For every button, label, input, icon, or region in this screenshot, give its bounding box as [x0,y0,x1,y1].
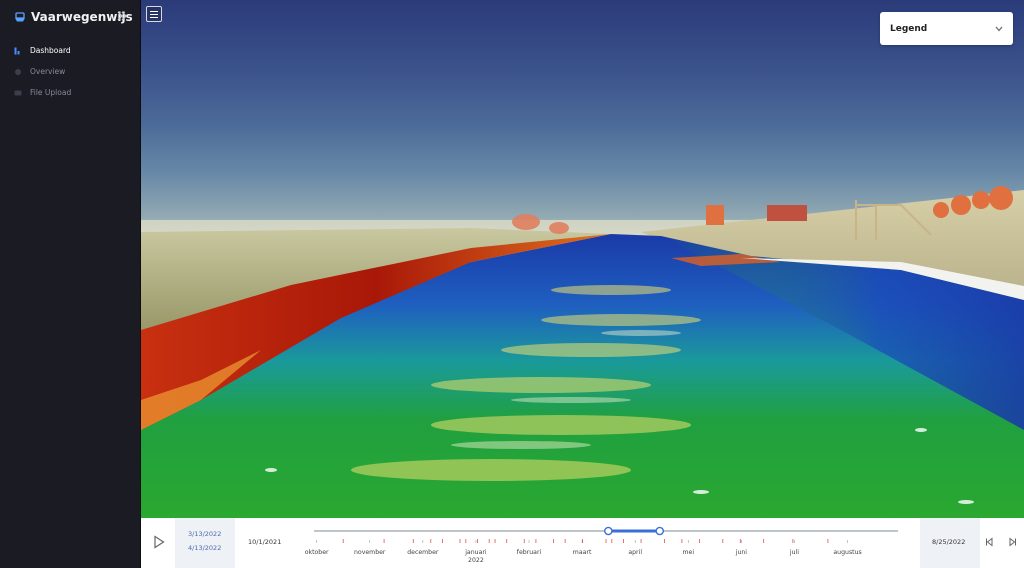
app-root: Vaarwegenwijs Dashboard Overview File Up… [0,0,1024,568]
month-label: november [353,549,386,556]
sidebar-item-dashboard[interactable]: Dashboard [0,40,140,61]
end-date-panel: 8/25/2022 [920,518,980,568]
chevron-down-icon [995,26,1003,31]
globe-icon [15,68,21,75]
month-label: februari [516,549,542,556]
legend-label: Legend [890,23,928,34]
timeline-handle-start[interactable] [604,526,613,536]
sidebar: Vaarwegenwijs Dashboard Overview File Up… [0,0,141,568]
sidebar-item-label: File Upload [30,88,72,97]
menu-icon-line [150,14,158,15]
menu-icon-line [150,17,158,18]
step-forward-icon[interactable] [1007,537,1017,547]
brand: Vaarwegenwijs [14,8,133,26]
legend-dropdown[interactable]: Legend [880,12,1013,45]
timeline-handle-end[interactable] [655,526,665,536]
step-back-icon[interactable] [985,537,995,547]
timeline-track[interactable] [141,518,1024,568]
chart-icon [14,47,20,54]
double-chevron-right-icon[interactable] [116,10,128,22]
point-cloud-view[interactable] [141,0,1024,518]
month-label: maart [572,549,592,556]
sidebar-item-label: Overview [30,67,66,76]
sidebar-item-file-upload[interactable]: File Upload [0,82,140,103]
sidebar-nav: Dashboard Overview File Upload [0,40,140,103]
upload-icon [14,90,22,95]
month-label: augustus [833,549,862,556]
menu-icon-line [150,11,158,12]
ship-icon [15,12,25,22]
month-label: december [407,549,439,556]
month-label: april [628,549,643,556]
year-label: 2022 [468,557,484,564]
timeline-end-date: 8/25/2022 [932,538,966,546]
month-label: januari [465,549,487,556]
month-label: juli [789,549,800,556]
month-label: mei [682,549,695,556]
month-label: juni [735,549,748,556]
sidebar-item-overview[interactable]: Overview [0,61,140,82]
menu-button[interactable] [146,6,162,22]
month-label: oktober [304,549,329,556]
sidebar-item-label: Dashboard [30,46,71,55]
point-cloud-scene [141,186,1024,518]
timeline-bar: 3/13/2022 4/13/2022 10/1/2021 oktober nov… [141,518,1024,568]
